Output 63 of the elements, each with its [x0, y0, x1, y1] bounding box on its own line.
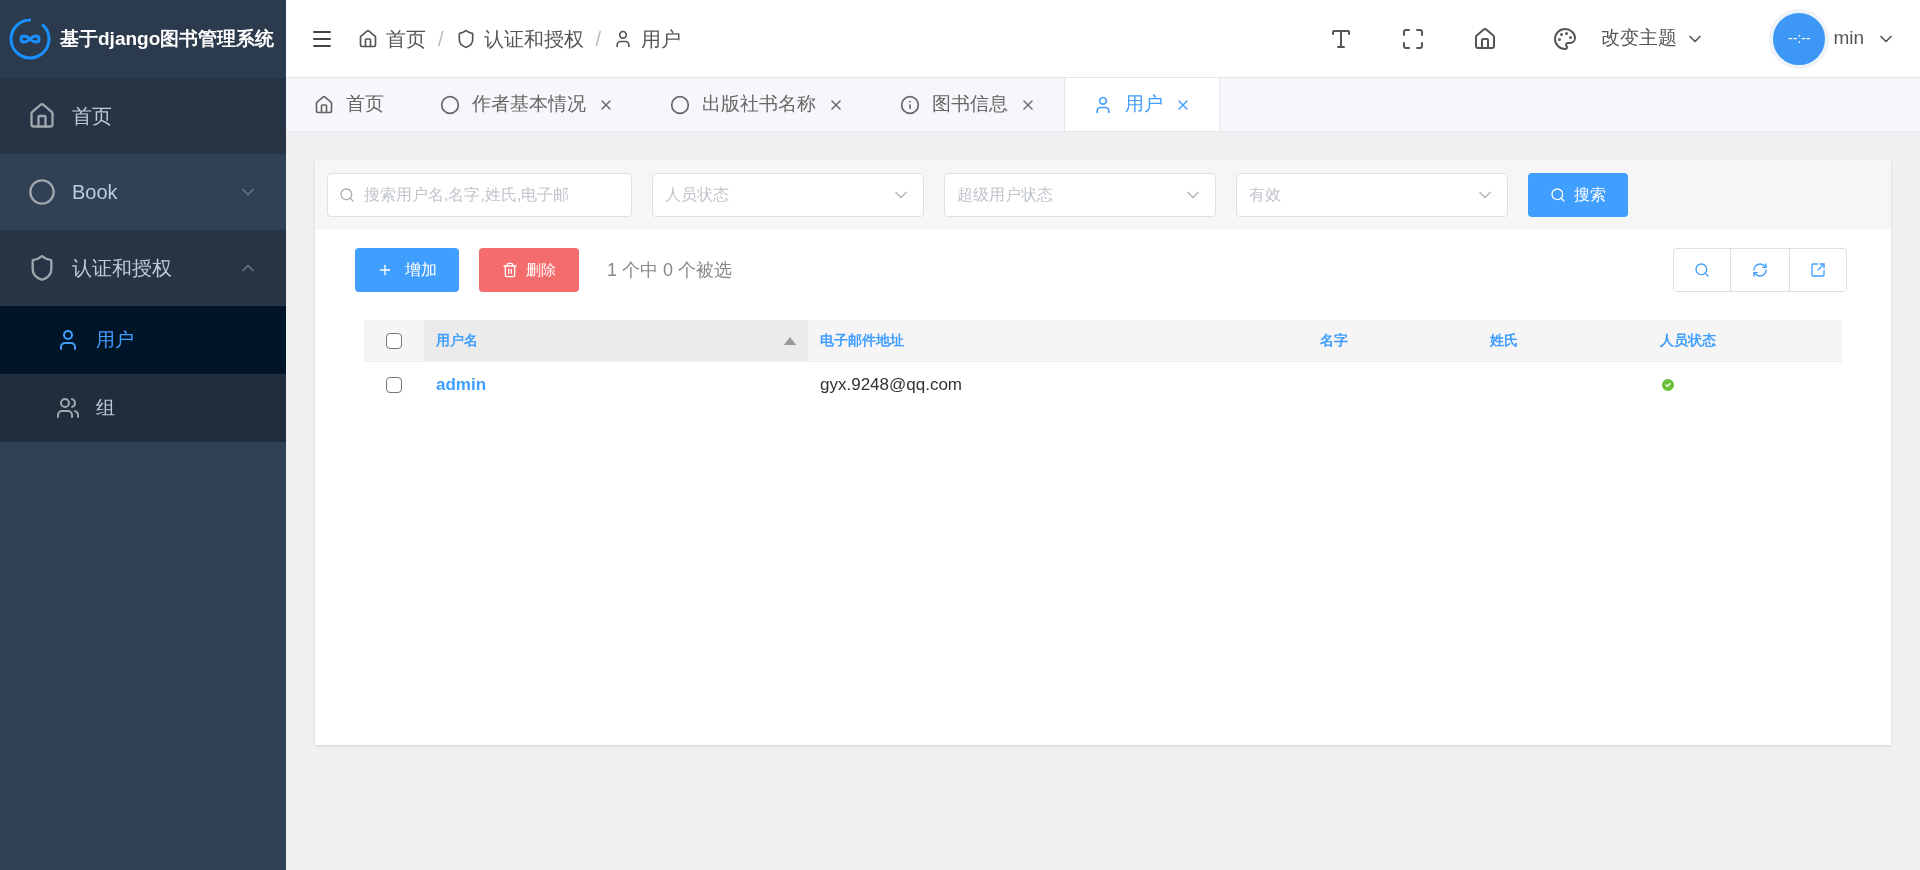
username-link[interactable]: admin [436, 375, 487, 395]
users-icon [56, 396, 80, 420]
selection-count: 1 个中 0 个被选 [607, 258, 733, 282]
sidebar-label: 首页 [72, 104, 113, 129]
search-icon [1550, 187, 1566, 203]
user-menu[interactable]: --:-- min [1769, 8, 1896, 69]
tab[interactable]: 首页 [286, 78, 412, 131]
tab[interactable]: 用户 [1064, 78, 1220, 131]
sidebar-label: 用户 [96, 327, 134, 352]
search-icon [339, 187, 355, 203]
search-toggle-button[interactable] [1673, 248, 1731, 292]
breadcrumb-item[interactable]: 认证和授权 [483, 23, 584, 54]
checkbox[interactable] [386, 377, 402, 393]
tab-label: 首页 [346, 92, 384, 117]
info-icon [900, 94, 920, 115]
search-field[interactable]: 搜索用户名,名字,姓氏,电子邮 [327, 173, 632, 217]
checkbox[interactable] [386, 332, 402, 349]
home-icon [358, 28, 378, 49]
sidebar-label: 认证和授权 [72, 256, 173, 281]
tab[interactable]: 图书信息 [872, 78, 1064, 131]
avatar: --:-- [1769, 8, 1830, 69]
table-row[interactable]: admin gyx.9248@qq.com [364, 362, 1842, 408]
sidebar-subitem[interactable]: 组 [0, 374, 286, 442]
home-icon [314, 94, 334, 115]
tab-label: 图书信息 [932, 92, 1008, 117]
select-placeholder: 超级用户状态 [957, 185, 1054, 205]
sidebar-label: 组 [96, 395, 115, 420]
sidebar-item[interactable]: 首页 [0, 78, 286, 154]
home-icon[interactable] [1473, 26, 1498, 51]
breadcrumb-separator: / [595, 26, 602, 52]
breadcrumb-separator: / [438, 26, 444, 52]
select-placeholder: 人员状态 [665, 185, 730, 205]
user-icon [1093, 94, 1113, 115]
sidebar-item[interactable]: 认证和授权 [0, 230, 286, 306]
table-cell: gyx.9248@qq.com [820, 375, 962, 395]
plus-icon [377, 262, 393, 278]
infinity-logo-icon [8, 17, 52, 61]
fullscreen-icon[interactable] [1401, 26, 1426, 51]
tab[interactable]: 作者基本情况 [412, 78, 642, 131]
circle-icon [670, 94, 690, 115]
tab-label: 出版社书名称 [702, 92, 816, 117]
tab-label: 用户 [1125, 92, 1163, 117]
circle-icon [440, 94, 460, 115]
tab-label: 作者基本情况 [472, 92, 586, 117]
breadcrumb-item[interactable]: 首页 [386, 23, 426, 54]
delete-button[interactable]: 删除 [479, 248, 579, 292]
palette-icon[interactable] [1553, 26, 1578, 51]
export-icon [1810, 262, 1826, 278]
breadcrumb-item[interactable]: 用户 [641, 23, 682, 54]
search-icon [1694, 262, 1710, 278]
trash-icon [502, 262, 518, 278]
username: min [1833, 26, 1864, 51]
theme-dropdown[interactable]: 改变主题 [1601, 24, 1706, 53]
add-button[interactable]: 增加 [355, 248, 459, 292]
app-title: 基于django图书管理系统 [60, 26, 275, 51]
refresh-icon [1752, 262, 1768, 278]
search-button[interactable]: 搜索 [1528, 173, 1628, 217]
sidebar-label: Book [72, 180, 119, 205]
circle-icon [28, 178, 56, 206]
select-placeholder: 有效 [1249, 185, 1282, 205]
sidebar-subitem[interactable]: 用户 [0, 306, 286, 374]
tab[interactable]: 出版社书名称 [642, 78, 872, 131]
home-icon [28, 102, 56, 130]
